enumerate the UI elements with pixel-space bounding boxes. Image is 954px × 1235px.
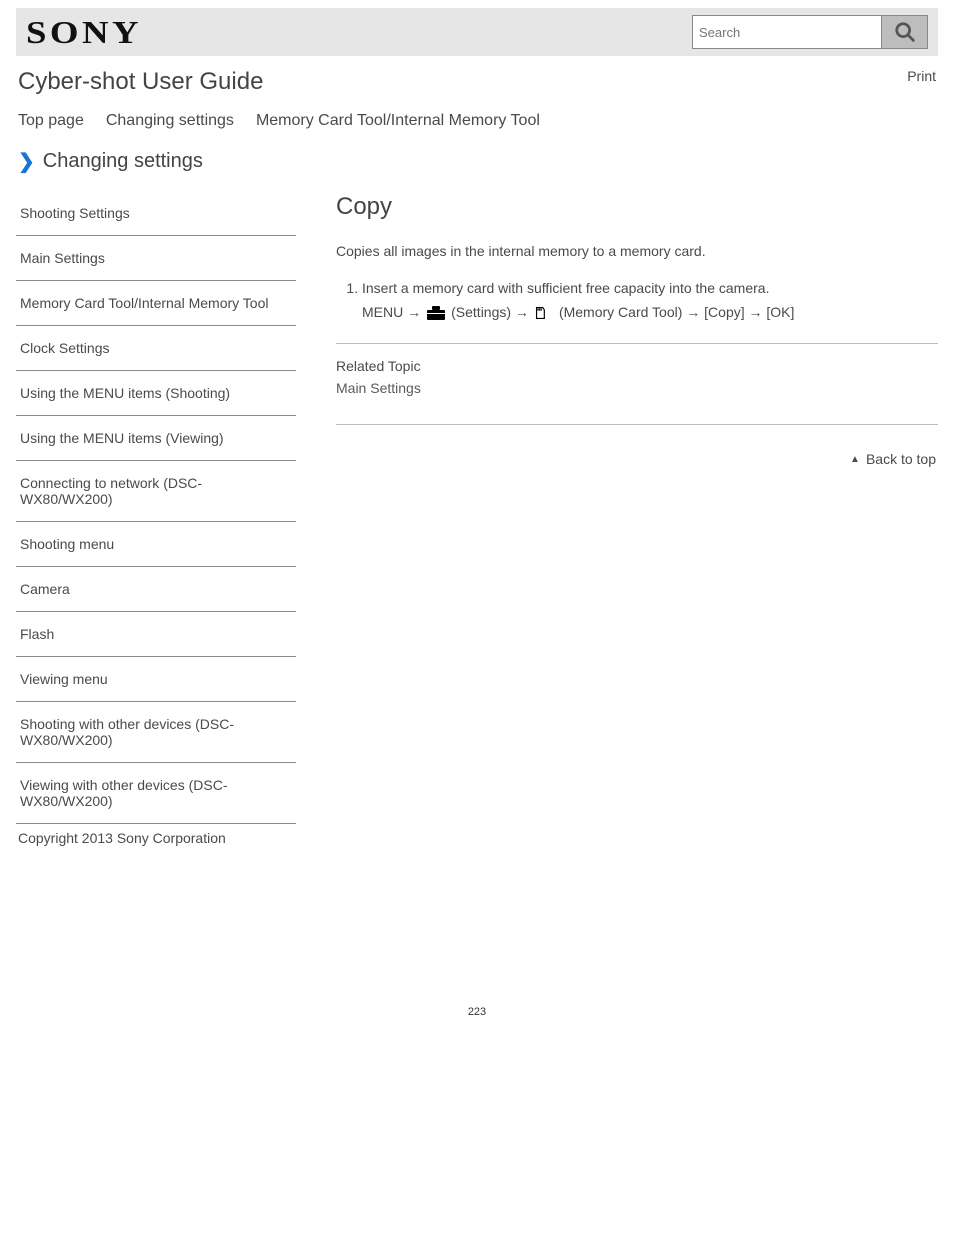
toolbox-icon — [427, 306, 445, 320]
sidebar-item[interactable]: Using the MENU items (Shooting) — [16, 371, 296, 416]
related-topic-heading: Related Topic — [336, 358, 938, 374]
step-text-prefix: Insert a memory card with sufficient fre… — [362, 277, 769, 301]
back-to-top-link[interactable]: ▲ Back to top — [850, 451, 936, 467]
divider — [336, 343, 938, 344]
sidebar-item[interactable]: Flash — [16, 612, 296, 657]
sidebar-item[interactable]: Using the MENU items (Viewing) — [16, 416, 296, 461]
search-button[interactable] — [882, 15, 928, 49]
sidebar-item[interactable]: Clock Settings — [16, 326, 296, 371]
copyright-text: Copyright 2013 Sony Corporation — [18, 830, 936, 846]
step-text-1: MENU → — [362, 301, 421, 325]
top-nav: Top page Changing settings Memory Card T… — [16, 96, 938, 136]
step-text-3: (Memory Card Tool) → [Copy] → [OK] — [559, 301, 794, 325]
sidebar-item[interactable]: Shooting Settings — [16, 191, 296, 236]
sidebar: Shooting Settings Main Settings Memory C… — [16, 191, 296, 824]
page-number: 223 — [16, 886, 938, 1038]
main-content: Copy Copies all images in the internal m… — [336, 191, 938, 477]
sidebar-item[interactable]: Camera — [16, 567, 296, 612]
breadcrumb-row: ❯ Changing settings — [16, 136, 938, 191]
topnav-link-2[interactable]: Memory Card Tool/Internal Memory Tool — [256, 112, 540, 130]
search-wrap — [692, 15, 928, 49]
up-triangle-icon: ▲ — [850, 454, 860, 465]
sidebar-item[interactable]: Connecting to network (DSC-WX80/WX200) — [16, 461, 296, 522]
sidebar-item[interactable]: Shooting menu — [16, 522, 296, 567]
brand-logo: SONY — [26, 14, 142, 51]
back-to-top-label: Back to top — [866, 451, 936, 467]
divider — [336, 424, 938, 425]
user-guide-title: Cyber-shot User Guide — [18, 68, 263, 96]
related-topic-link[interactable]: Main Settings — [336, 380, 421, 396]
intro-paragraph: Copies all images in the internal memory… — [336, 243, 938, 259]
chevron-right-icon: ❯ — [18, 152, 35, 172]
search-icon — [894, 21, 916, 43]
header-bar: SONY — [16, 8, 938, 56]
search-input[interactable] — [692, 15, 882, 49]
sidebar-item[interactable]: Viewing menu — [16, 657, 296, 702]
memory-card-tool-icon — [535, 306, 553, 320]
step-list: Insert a memory card with sufficient fre… — [336, 277, 938, 325]
footer: Copyright 2013 Sony Corporation — [16, 824, 938, 886]
topnav-link-0[interactable]: Top page — [18, 112, 84, 130]
step-text-2: (Settings) → — [451, 301, 529, 325]
sidebar-item[interactable]: Main Settings — [16, 236, 296, 281]
sidebar-item[interactable]: Memory Card Tool/Internal Memory Tool — [16, 281, 296, 326]
sidebar-item[interactable]: Viewing with other devices (DSC-WX80/WX2… — [16, 763, 296, 824]
sidebar-item[interactable]: Shooting with other devices (DSC-WX80/WX… — [16, 702, 296, 763]
page-title: Copy — [336, 193, 938, 221]
breadcrumb-category: Changing settings — [43, 150, 203, 173]
topnav-link-1[interactable]: Changing settings — [106, 112, 234, 130]
print-link[interactable]: Print — [907, 68, 936, 84]
list-item: Insert a memory card with sufficient fre… — [362, 277, 938, 325]
